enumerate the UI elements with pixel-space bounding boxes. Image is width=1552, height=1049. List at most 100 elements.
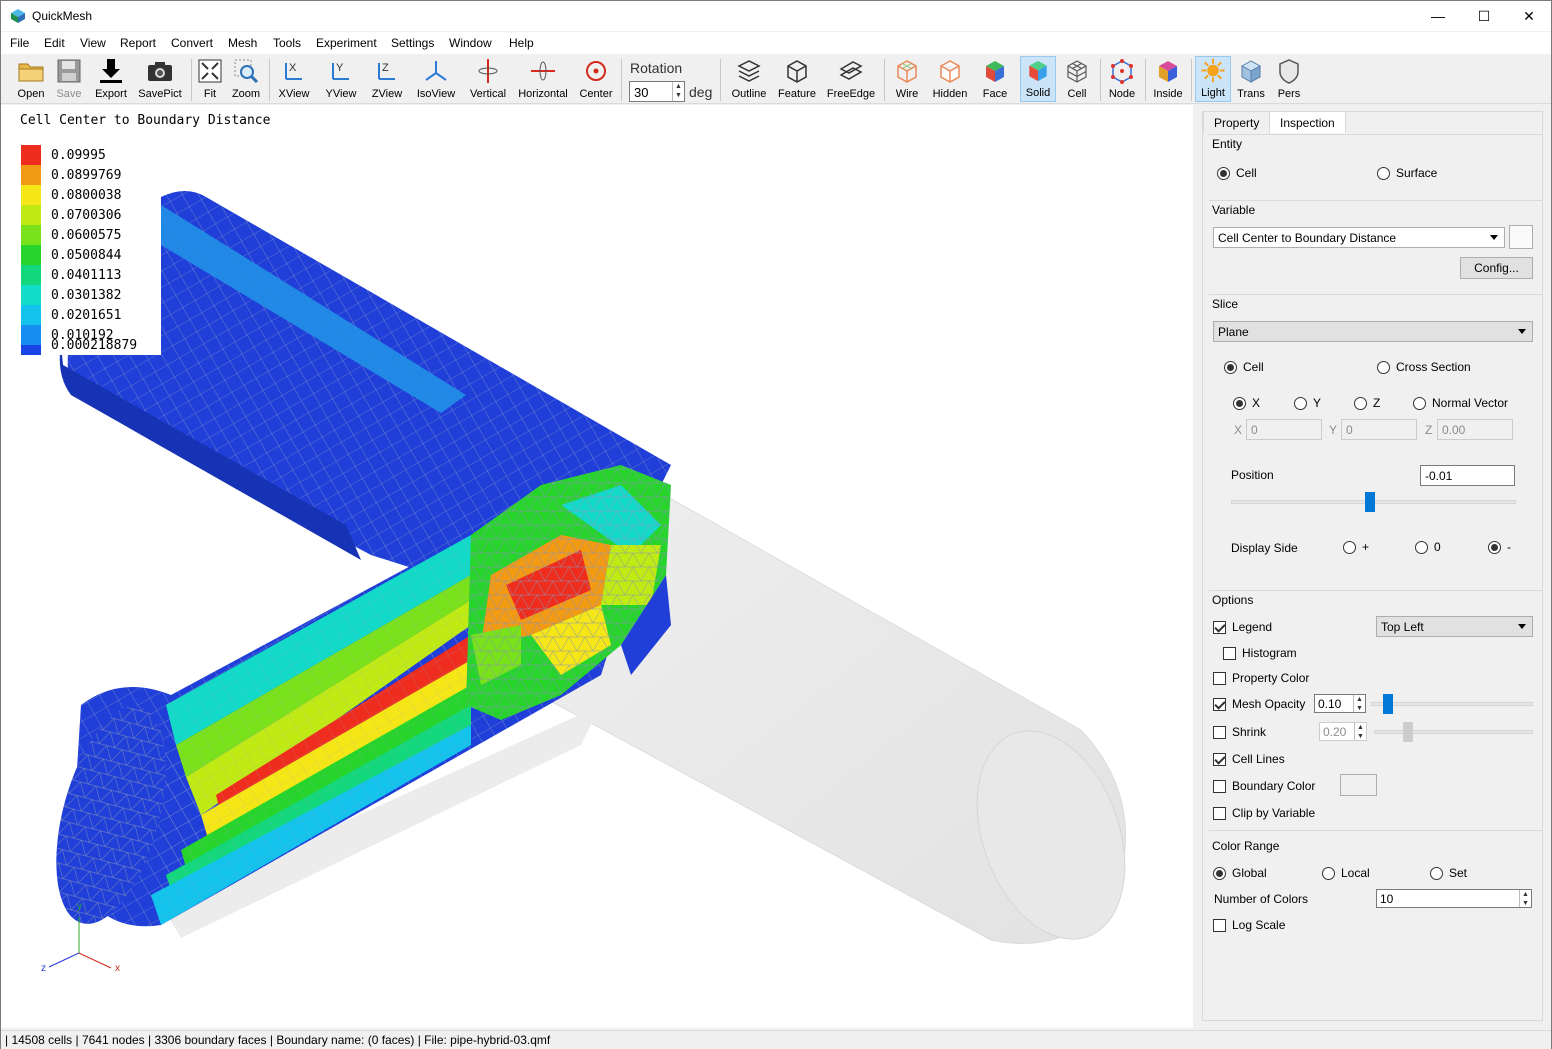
color-range-local-radio[interactable]: Local <box>1322 866 1370 880</box>
slice-mode-cross-radio[interactable]: Cross Section <box>1377 360 1471 374</box>
vec-y-label: Y <box>1329 423 1338 437</box>
minimize-button[interactable]: — <box>1415 1 1461 31</box>
checkbox-empty-icon <box>1213 725 1226 739</box>
slice-axis-x-radio[interactable]: X <box>1233 396 1260 410</box>
vec-x-input[interactable]: 0 <box>1246 419 1322 440</box>
inside-button[interactable]: Inside <box>1151 56 1185 102</box>
cell-button[interactable]: Cell <box>1061 56 1093 102</box>
cell-lines-checkbox[interactable]: Cell Lines <box>1213 752 1285 766</box>
tab-inspection[interactable]: Inspection <box>1269 111 1346 133</box>
mesh-opacity-slider-thumb[interactable] <box>1383 694 1393 714</box>
config-button[interactable]: Config... <box>1460 257 1533 279</box>
entity-cell-radio[interactable]: Cell <box>1217 166 1257 180</box>
menu-view[interactable]: View <box>80 36 106 50</box>
save-button[interactable]: Save <box>52 56 86 102</box>
menu-file[interactable]: File <box>10 36 29 50</box>
vertical-button[interactable]: Vertical <box>467 56 509 102</box>
savepict-button[interactable]: SavePict <box>137 56 183 102</box>
light-button[interactable]: Light <box>1195 56 1231 102</box>
face-button[interactable]: Face <box>979 56 1011 102</box>
log-scale-checkbox[interactable]: Log Scale <box>1213 918 1285 932</box>
color-range-set-radio[interactable]: Set <box>1430 866 1467 880</box>
horizontal-button[interactable]: Horizontal <box>517 56 569 102</box>
zoom-button[interactable]: Zoom <box>229 56 263 102</box>
display-side-minus-radio[interactable]: - <box>1488 540 1511 554</box>
wire-button[interactable]: Wire <box>891 56 923 102</box>
slice-axis-normal-radio[interactable]: Normal Vector <box>1413 396 1508 410</box>
node-button[interactable]: Node <box>1106 56 1138 102</box>
outline-button[interactable]: Outline <box>729 56 769 102</box>
position-input[interactable]: -0.01 <box>1420 465 1515 486</box>
maximize-button[interactable]: ☐ <box>1461 1 1507 31</box>
slice-axis-x-label: X <box>1252 396 1261 410</box>
fit-button[interactable]: Fit <box>197 56 223 102</box>
yview-icon: Y <box>332 62 349 80</box>
legend-checkbox[interactable]: Legend <box>1213 620 1272 634</box>
menu-help[interactable]: Help <box>509 36 534 50</box>
menu-window[interactable]: Window <box>449 36 492 50</box>
zview-button[interactable]: Z ZView <box>368 56 406 102</box>
display-side-zero-radio[interactable]: 0 <box>1415 540 1441 554</box>
menu-edit[interactable]: Edit <box>44 36 65 50</box>
slice-axis-y-radio[interactable]: Y <box>1294 396 1321 410</box>
center-button[interactable]: Center <box>577 56 615 102</box>
display-side-plus-radio[interactable]: + <box>1343 540 1369 554</box>
boundary-color-checkbox[interactable]: Boundary Color <box>1213 779 1315 793</box>
color-range-title: Color Range <box>1212 839 1280 853</box>
spin-arrows-icon[interactable]: ▲ ▼ <box>1354 723 1366 740</box>
freeedge-button[interactable]: FreeEdge <box>825 56 877 102</box>
boundary-color-swatch[interactable] <box>1340 774 1377 796</box>
xview-button[interactable]: X XView <box>276 56 312 102</box>
legend-position-select[interactable]: Top Left <box>1376 616 1533 637</box>
chevron-down-icon <box>1490 235 1498 240</box>
spin-arrows-icon[interactable]: ▲ ▼ <box>1353 695 1365 712</box>
shrink-spinbox[interactable]: 0.20 ▲ ▼ <box>1319 722 1367 741</box>
slice-type-select[interactable]: Plane <box>1213 321 1533 342</box>
vec-z-input[interactable]: 0.00 <box>1437 419 1513 440</box>
rotation-spinbox[interactable]: 30 ▲ ▼ <box>629 81 685 102</box>
spin-arrows-icon[interactable]: ▲ ▼ <box>1519 890 1531 907</box>
variable-color-button[interactable] <box>1509 225 1533 249</box>
trans-icon <box>1240 60 1262 83</box>
pers-button[interactable]: Pers <box>1273 56 1305 102</box>
variable-select[interactable]: Cell Center to Boundary Distance <box>1213 227 1505 248</box>
property-color-checkbox[interactable]: Property Color <box>1213 671 1309 685</box>
spin-arrows-icon[interactable]: ▲ ▼ <box>672 82 684 101</box>
hidden-button[interactable]: Hidden <box>931 56 969 102</box>
clip-by-variable-checkbox[interactable]: Clip by Variable <box>1213 806 1315 820</box>
slice-mode-cell-radio[interactable]: Cell <box>1224 360 1264 374</box>
vec-y-input[interactable]: 0 <box>1341 419 1417 440</box>
menu-tools[interactable]: Tools <box>273 36 301 50</box>
3d-viewport[interactable]: Cell Center to Boundary Distance 0.09995… <box>1 105 1193 1028</box>
isoview-button[interactable]: IsoView <box>414 56 458 102</box>
open-button[interactable]: Open <box>13 56 49 102</box>
close-button[interactable]: ✕ <box>1506 1 1552 31</box>
shrink-slider[interactable] <box>1374 730 1533 734</box>
num-colors-spinbox[interactable]: 10 ▲ ▼ <box>1376 889 1532 908</box>
histogram-checkbox[interactable]: Histogram <box>1223 646 1297 660</box>
slice-axis-z-radio[interactable]: Z <box>1354 396 1380 410</box>
feature-button[interactable]: Feature <box>776 56 818 102</box>
wire-label: Wire <box>895 88 919 100</box>
menu-experiment[interactable]: Experiment <box>316 36 377 50</box>
slice-axis-normal-label: Normal Vector <box>1432 396 1509 410</box>
yview-button[interactable]: Y YView <box>322 56 360 102</box>
trans-button[interactable]: Trans <box>1235 56 1267 102</box>
mesh-opacity-slider[interactable] <box>1371 702 1533 706</box>
solid-button[interactable]: Solid <box>1020 56 1056 102</box>
shrink-slider-thumb[interactable] <box>1403 722 1413 742</box>
menu-mesh[interactable]: Mesh <box>228 36 257 50</box>
menu-report[interactable]: Report <box>120 36 156 50</box>
position-slider-thumb[interactable] <box>1365 492 1375 512</box>
tab-property[interactable]: Property <box>1203 111 1271 133</box>
menu-convert[interactable]: Convert <box>171 36 213 50</box>
mesh-opacity-checkbox[interactable]: Mesh Opacity <box>1213 697 1305 711</box>
menu-settings[interactable]: Settings <box>391 36 434 50</box>
mesh-opacity-spinbox[interactable]: 0.10 ▲ ▼ <box>1314 694 1366 713</box>
radio-on-icon <box>1233 396 1246 410</box>
entity-surface-radio[interactable]: Surface <box>1377 166 1437 180</box>
shrink-checkbox[interactable]: Shrink <box>1213 725 1266 739</box>
color-range-global-radio[interactable]: Global <box>1213 866 1267 880</box>
export-button[interactable]: Export <box>91 56 131 102</box>
legend-value: 0.0800038 <box>51 187 122 203</box>
